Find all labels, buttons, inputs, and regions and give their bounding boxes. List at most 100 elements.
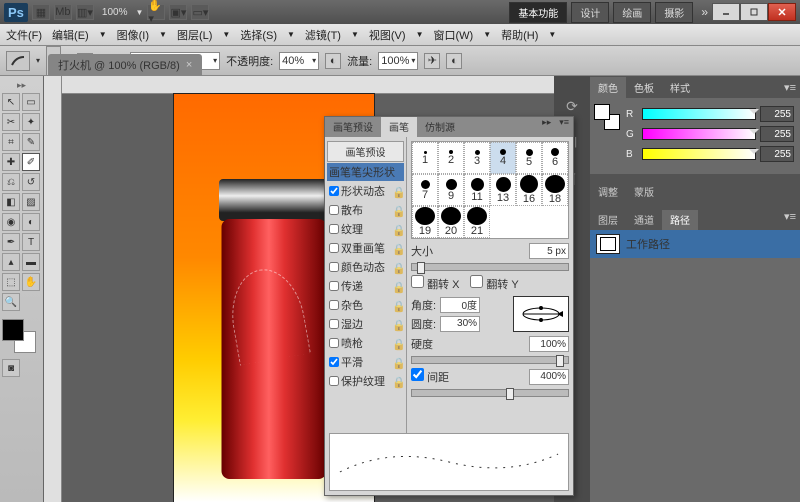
3d-tool[interactable]: ⬚ — [2, 273, 20, 291]
b-input[interactable] — [760, 146, 794, 162]
view-extras-icon[interactable]: ▥▾ — [76, 4, 94, 20]
workspace-design[interactable]: 设计 — [571, 2, 609, 23]
screen-mode-icon[interactable]: ▭▾ — [191, 4, 209, 20]
opacity-input[interactable]: 40% — [279, 52, 319, 70]
tab-brush-presets[interactable]: 画笔预设 — [325, 117, 381, 137]
document-close-icon[interactable]: × — [186, 59, 192, 71]
mini-bridge-icon[interactable]: Mb — [54, 4, 72, 20]
tab-brush[interactable]: 画笔 — [381, 117, 417, 137]
airbrush-icon[interactable]: ✈ — [424, 53, 440, 69]
brush-item-transfer[interactable]: 传递🔒 — [327, 277, 404, 295]
brush-tip-18[interactable]: 18 — [542, 174, 568, 206]
hand-tool[interactable]: ✋ — [22, 273, 40, 291]
opacity-pressure-icon[interactable]: ◐ — [325, 53, 341, 69]
gradient-tool[interactable]: ▨ — [22, 193, 40, 211]
path-row[interactable]: 工作路径 — [590, 230, 800, 258]
flow-input[interactable]: 100% — [378, 52, 418, 70]
brush-tool[interactable]: ✐ — [22, 153, 40, 171]
lasso-tool[interactable]: ✂ — [2, 113, 20, 131]
menu-edit[interactable]: 编辑(E) — [52, 27, 89, 43]
flipy-checkbox[interactable]: 翻转 Y — [470, 275, 518, 292]
color-swatch[interactable] — [2, 319, 36, 353]
g-input[interactable] — [760, 126, 794, 142]
brush-item-color-dynamics[interactable]: 颜色动态🔒 — [327, 258, 404, 276]
eyedropper-tool[interactable]: ✎ — [22, 133, 40, 151]
heal-tool[interactable]: ✚ — [2, 153, 20, 171]
brush-tip-20[interactable]: 20 — [438, 206, 464, 238]
brush-tip-2[interactable]: 2 — [438, 142, 464, 174]
brush-tip-19[interactable]: 19 — [412, 206, 438, 238]
brush-item-wet-edges[interactable]: 湿边🔒 — [327, 315, 404, 333]
roundness-input[interactable] — [440, 316, 480, 332]
spacing-checkbox[interactable]: 间距 — [411, 368, 449, 385]
dodge-tool[interactable]: ◐ — [22, 213, 40, 231]
tab-clone-source[interactable]: 仿制源 — [417, 117, 463, 137]
brush-item-noise[interactable]: 杂色🔒 — [327, 296, 404, 314]
panel-menu-icon[interactable]: ▾≡ — [780, 81, 800, 94]
brush-item-scattering[interactable]: 散布🔒 — [327, 201, 404, 219]
spacing-input[interactable] — [529, 369, 569, 385]
hardness-slider[interactable] — [411, 356, 569, 364]
menu-select[interactable]: 选择(S) — [240, 27, 277, 43]
workspace-painting[interactable]: 绘画 — [613, 2, 651, 23]
brush-panel-collapse-icon[interactable]: ▸▸ — [538, 117, 555, 137]
hardness-input[interactable] — [529, 336, 569, 352]
pen-tool[interactable]: ✒ — [2, 233, 20, 251]
brush-tip-5[interactable]: 5 — [516, 142, 542, 174]
tab-paths[interactable]: 路径 — [662, 210, 698, 230]
b-slider[interactable] — [642, 148, 756, 160]
history-panel-icon[interactable]: ⟳ — [562, 96, 582, 116]
workspace-photo[interactable]: 摄影 — [655, 2, 693, 23]
arrange-icon[interactable]: ▣▾ — [169, 4, 187, 20]
crop-tool[interactable]: ⌗ — [2, 133, 20, 151]
brush-tip-grid[interactable]: 1234567911131618192021 — [411, 141, 569, 239]
eraser-tool[interactable]: ◧ — [2, 193, 20, 211]
brush-item-smoothing[interactable]: 平滑🔒 — [327, 353, 404, 371]
wand-tool[interactable]: ✦ — [22, 113, 40, 131]
path-select-tool[interactable]: ▴ — [2, 253, 20, 271]
workspace-more[interactable]: » — [701, 5, 708, 19]
workspace-essentials[interactable]: 基本功能 — [509, 2, 567, 23]
angle-input[interactable] — [440, 297, 480, 313]
tab-styles[interactable]: 样式 — [662, 77, 698, 98]
g-slider[interactable] — [642, 128, 756, 140]
menu-filter[interactable]: 滤镜(T) — [305, 27, 341, 43]
menu-layer[interactable]: 图层(L) — [177, 27, 212, 43]
brush-panel-menu-icon[interactable]: ▾≡ — [555, 117, 573, 137]
tool-preset-picker[interactable] — [6, 51, 30, 71]
move-tool[interactable]: ↖ — [2, 93, 20, 111]
brush-tip-4[interactable]: 4 — [490, 142, 516, 174]
zoom-tool[interactable]: 🔍 — [2, 293, 20, 311]
stamp-tool[interactable]: ⎌ — [2, 173, 20, 191]
brush-item-shape-dynamics[interactable]: 形状动态🔒 — [327, 182, 404, 200]
quickmask-tool[interactable]: ◙ — [2, 359, 20, 377]
brush-tip-16[interactable]: 16 — [516, 174, 542, 206]
tab-layers[interactable]: 图层 — [590, 210, 626, 230]
tablet-pressure-icon[interactable]: ◐ — [446, 53, 462, 69]
close-button[interactable] — [768, 3, 796, 21]
brush-item-airbrush[interactable]: 喷枪🔒 — [327, 334, 404, 352]
menu-window[interactable]: 窗口(W) — [433, 27, 473, 43]
menu-image[interactable]: 图像(I) — [117, 27, 149, 43]
tab-adjustments[interactable]: 调整 — [590, 182, 626, 202]
color-fg-bg-swatch[interactable] — [594, 104, 620, 130]
bridge-icon[interactable]: ▦ — [32, 4, 50, 20]
brush-tip-9[interactable]: 9 — [438, 174, 464, 206]
brush-tip-13[interactable]: 13 — [490, 174, 516, 206]
zoom-level[interactable]: 100% — [102, 7, 128, 18]
menu-help[interactable]: 帮助(H) — [501, 27, 538, 43]
size-input[interactable] — [529, 243, 569, 259]
menu-file[interactable]: 文件(F) — [6, 27, 42, 43]
brush-preset-button[interactable]: 画笔预设 — [327, 141, 404, 162]
brush-item-protect-texture[interactable]: 保护纹理🔒 — [327, 372, 404, 390]
brush-tip-3[interactable]: 3 — [464, 142, 490, 174]
minimize-button[interactable] — [712, 3, 740, 21]
brush-tip-7[interactable]: 7 — [412, 174, 438, 206]
shape-tool[interactable]: ▬ — [22, 253, 40, 271]
menu-view[interactable]: 视图(V) — [369, 27, 406, 43]
brush-tip-21[interactable]: 21 — [464, 206, 490, 238]
angle-roundness-widget[interactable] — [513, 296, 569, 332]
tab-swatches[interactable]: 色板 — [626, 77, 662, 98]
brush-tip-1[interactable]: 1 — [412, 142, 438, 174]
maximize-button[interactable] — [740, 3, 768, 21]
